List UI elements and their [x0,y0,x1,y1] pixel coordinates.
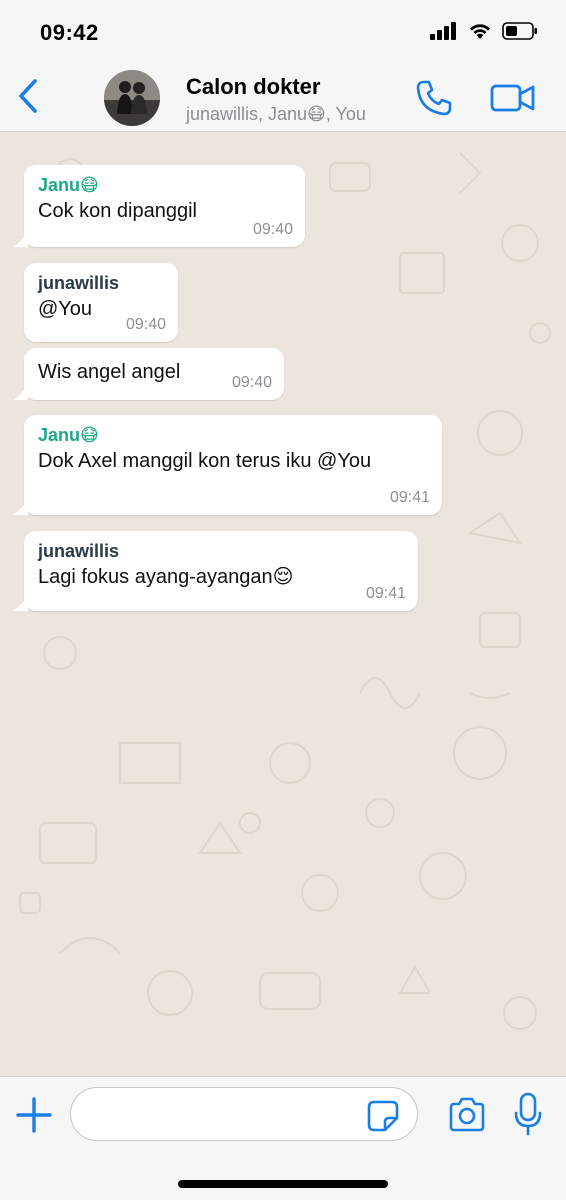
wifi-icon [470,24,490,39]
chat-header: Calon dokter junawillis, Janu😷, You [0,64,566,132]
message-text: Lagi fokus ayang-ayangan😌 [38,566,294,588]
plus-icon [16,1097,52,1133]
message-bubble[interactable]: Wis angel angel 09:40 [14,348,284,400]
attach-button[interactable] [14,1095,54,1135]
message-sender: Janu😷 [38,425,99,445]
message-time: 09:40 [252,221,293,238]
camera-icon [449,1097,485,1132]
message-bubble[interactable]: Janu😷 Cok kon dipanggil 09:40 [14,165,305,247]
status-time: 09:42 [40,20,99,45]
chat-title[interactable]: Calon dokter [186,74,320,100]
video-camera-icon [490,84,535,112]
sticker-icon [367,1100,399,1132]
camera-button[interactable] [446,1095,488,1135]
message-bubble[interactable]: Janu😷 Dok Axel manggil kon terus iku @Yo… [14,415,442,515]
message-time: 09:40 [231,374,272,391]
phone-icon [416,80,452,116]
video-call-button[interactable] [490,80,536,116]
group-avatar[interactable] [104,70,160,126]
battery-icon [502,22,537,40]
back-button[interactable] [10,76,46,116]
message-sender: Janu😷 [38,175,99,195]
message-time: 09:41 [365,585,406,602]
avatar-image [104,70,160,126]
message-text: Dok Axel manggil kon terus iku @You [38,450,372,472]
status-icons [430,22,538,40]
home-indicator[interactable] [178,1180,388,1188]
message-sender: junawillis [38,541,120,561]
voice-message-button[interactable] [512,1091,544,1137]
message-time: 09:40 [125,316,166,333]
message-bubble[interactable]: junawillis Lagi fokus ayang-ayangan😌 09:… [14,531,418,611]
sticker-button[interactable] [366,1099,400,1133]
back-chevron-icon [19,79,37,113]
message-sender: junawillis [38,273,120,293]
message-time: 09:41 [389,489,430,506]
whatsapp-chat-screen: 09:42 Calon dokter junawillis, Janu😷, Yo… [0,0,566,1200]
message-input[interactable] [87,1088,367,1138]
microphone-icon [514,1092,542,1136]
signal-icon [430,22,456,40]
voice-call-button[interactable] [414,78,454,118]
message-bubble[interactable]: junawillis @You 09:40 [24,263,178,342]
chat-participants[interactable]: junawillis, Janu😷, You [186,104,366,125]
message-list[interactable]: Janu😷 Cok kon dipanggil 09:40 junawillis… [0,133,566,1076]
status-bar: 09:42 [0,0,566,64]
